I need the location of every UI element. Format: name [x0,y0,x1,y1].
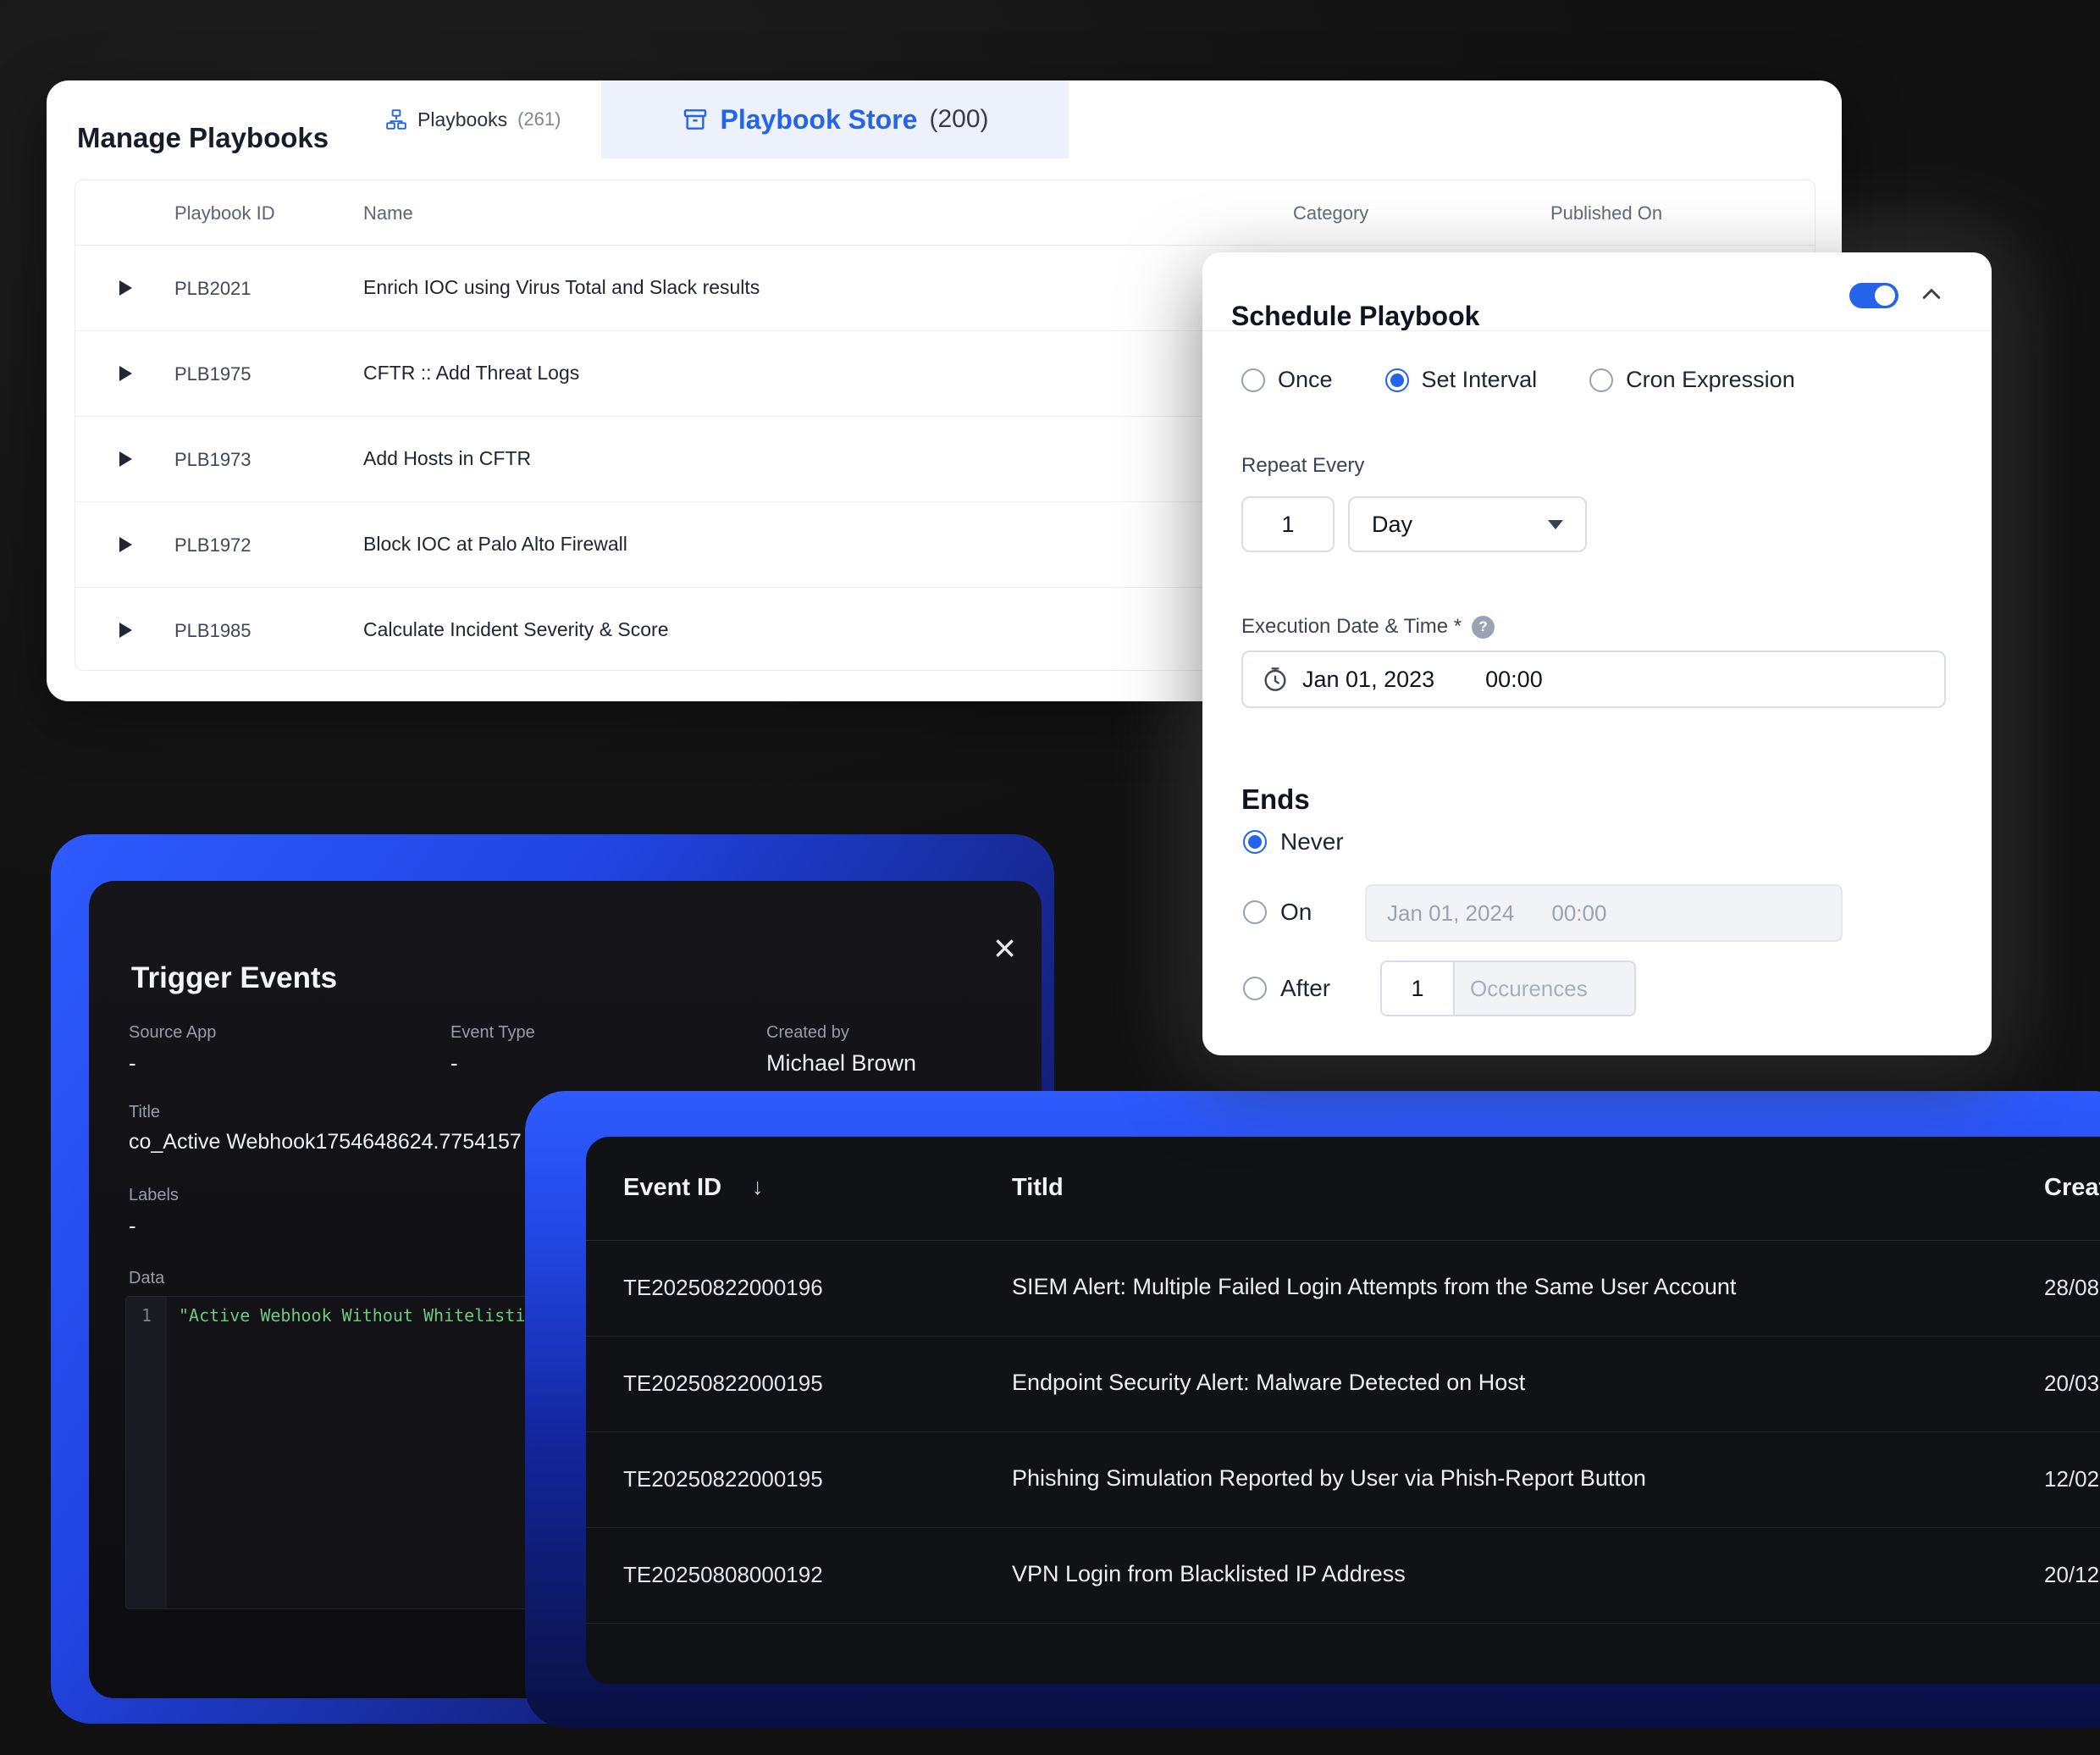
radio-circle [1241,368,1265,392]
playbook-name: Block IOC at Palo Alto Firewall [363,533,627,556]
tab-playbooks[interactable]: Playbooks (261) [385,80,561,158]
repeat-unit-select[interactable]: Day [1348,496,1587,552]
field-labels: Labels - [129,1186,179,1239]
interval-radio-group: Once Set Interval Cron Expression [1241,367,1795,393]
ends-after-input-group: 1 Occurences [1380,961,1636,1016]
radio-ends-never[interactable]: Never [1243,828,1344,855]
col-category: Category [1293,202,1368,224]
schedule-playbook-card: Schedule Playbook Once Set Interval Cron… [1202,252,1992,1055]
field-created-by: Created by Michael Brown [766,1023,916,1077]
expand-row-icon[interactable] [119,366,132,381]
field-data: Data [129,1269,164,1288]
event-id: TE20250822000195 [623,1370,823,1397]
event-id: TE20250822000195 [623,1466,823,1492]
tab-playbooks-count: (261) [517,108,561,130]
playbook-id: PLB1985 [174,620,251,642]
event-id: TE20250822000196 [623,1275,823,1301]
caret-down-icon [1548,520,1563,529]
execution-label-row: Execution Date & Time * ? [1241,615,1495,639]
occurrences-input[interactable]: Occurences [1453,962,1634,1015]
store-icon [682,106,709,133]
hierarchy-icon [385,108,407,130]
ends-on-date: Jan 01, 2024 [1387,900,1514,927]
radio-once[interactable]: Once [1241,367,1333,393]
ends-title: Ends [1241,783,1310,816]
radio-circle [1589,368,1613,392]
page-title: Manage Playbooks [77,122,329,154]
chevron-up-icon[interactable] [1919,281,1944,307]
playbook-id: PLB1975 [174,363,251,385]
field-source-app: Source App - [129,1023,216,1077]
help-icon[interactable]: ? [1472,616,1495,639]
execution-date: Jan 01, 2023 [1302,667,1434,693]
repeat-value-input[interactable]: 1 [1241,496,1335,552]
page-background: Manage Playbooks Playbooks (261) [0,0,2100,1755]
field-title: Title co_Active Webhook1754648624.775415… [129,1103,522,1154]
playbook-name: CFTR :: Add Threat Logs [363,362,579,385]
clock-icon [1262,666,1289,693]
col-title: Titld [1012,1174,1064,1202]
divider [1202,330,1992,331]
sort-desc-icon[interactable]: ↓ [752,1174,764,1200]
radio-circle-selected [1243,830,1267,854]
event-created: 20/03 [2044,1370,2099,1397]
col-published-on: Published On [1550,202,1662,224]
execution-datetime-input[interactable]: Jan 01, 2023 00:00 [1241,651,1946,708]
tab-playbooks-label: Playbooks [417,108,507,131]
execution-time: 00:00 [1485,667,1543,693]
toggle-knob [1875,285,1895,306]
event-title: Phishing Simulation Reported by User via… [1012,1465,1646,1492]
close-icon[interactable]: × [993,928,1016,967]
ends-on-time: 00:00 [1551,900,1606,927]
expand-row-icon[interactable] [119,451,132,467]
expand-row-icon[interactable] [119,280,132,296]
radio-circle-selected [1385,368,1409,392]
event-title: VPN Login from Blacklisted IP Address [1012,1561,1406,1587]
event-row[interactable]: TE20250822000196 SIEM Alert: Multiple Fa… [586,1241,2100,1337]
expand-row-icon[interactable] [119,623,132,638]
schedule-enabled-toggle[interactable] [1849,283,1898,308]
tab-playbook-store-count: (200) [929,105,988,134]
col-event-id[interactable]: Event ID [623,1174,721,1202]
playbook-name: Calculate Incident Severity & Score [363,618,669,641]
radio-ends-on[interactable]: On [1243,899,1312,926]
tab-playbook-store[interactable]: Playbook Store (200) [601,80,1069,158]
tab-playbook-store-label: Playbook Store [721,104,918,136]
editor-line-number: 1 [126,1297,167,1608]
event-id: TE20250808000192 [623,1562,823,1588]
playbook-id: PLB1973 [174,449,251,471]
field-event-type: Event Type - [450,1023,535,1077]
event-created: 28/08 [2044,1275,2099,1301]
execution-label: Execution Date & Time * [1241,615,1462,639]
event-title: Endpoint Security Alert: Malware Detecte… [1012,1370,1525,1396]
ends-on-datetime-input[interactable]: Jan 01, 2024 00:00 [1365,884,1843,942]
playbook-id: PLB1972 [174,534,251,556]
playbook-name: Add Hosts in CFTR [363,447,531,470]
radio-set-interval[interactable]: Set Interval [1385,367,1538,393]
expand-row-icon[interactable] [119,537,132,552]
repeat-every-label: Repeat Every [1241,454,1364,478]
col-name: Name [363,202,413,224]
col-playbook-id: Playbook ID [174,202,275,224]
event-row[interactable]: TE20250822000195 Phishing Simulation Rep… [586,1432,2100,1528]
radio-cron-expression[interactable]: Cron Expression [1589,367,1795,393]
schedule-title: Schedule Playbook [1231,301,1479,332]
event-title: SIEM Alert: Multiple Failed Login Attemp… [1012,1274,1736,1300]
radio-ends-after[interactable]: After [1243,975,1330,1002]
playbook-id: PLB2021 [174,278,251,300]
trigger-events-title: Trigger Events [131,961,337,995]
after-count-input[interactable]: 1 [1382,962,1453,1015]
playbook-name: Enrich IOC using Virus Total and Slack r… [363,276,760,299]
playbooks-table-header: Playbook ID Name Category Published On [75,180,1815,246]
radio-circle [1243,900,1267,924]
event-created: 12/02 [2044,1466,2099,1492]
radio-circle [1243,977,1267,1000]
events-table-panel: Event ID ↓ Titld Creat TE20250822000196 … [586,1137,2100,1684]
event-row[interactable]: TE20250822000195 Endpoint Security Alert… [586,1337,2100,1432]
event-row[interactable]: TE20250808000192 VPN Login from Blacklis… [586,1528,2100,1624]
col-created: Creat [2044,1174,2100,1202]
event-created: 20/12 [2044,1562,2099,1588]
events-table-header: Event ID ↓ Titld Creat [586,1137,2100,1241]
